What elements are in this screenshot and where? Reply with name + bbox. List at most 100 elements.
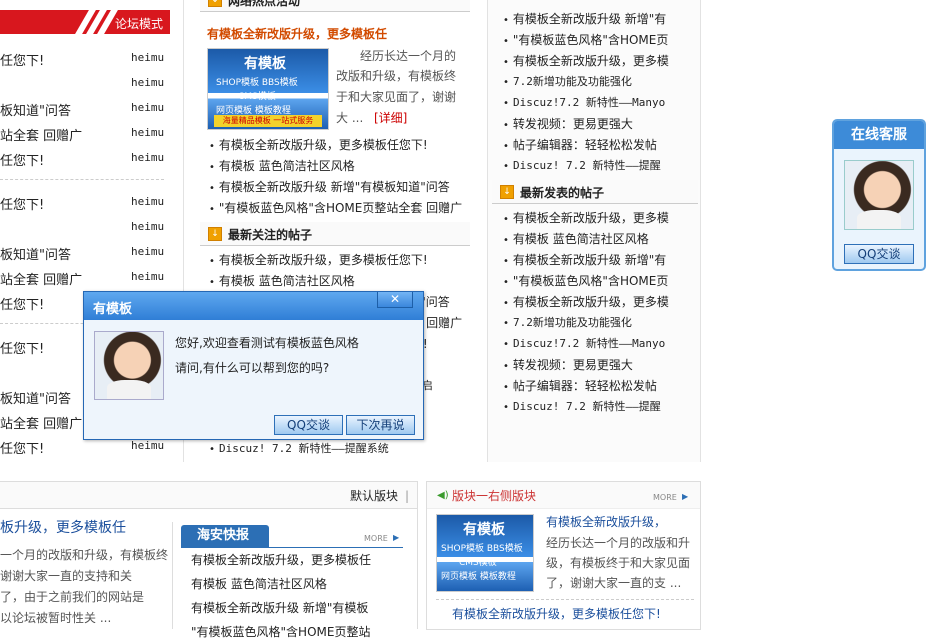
online-service-panel: 在线客服 QQ交谈 (832, 119, 926, 271)
popup-message: 请问,有什么可以帮到您的吗? (175, 361, 330, 375)
arrow-down-icon: ↓ (500, 185, 514, 199)
list-item-link[interactable]: 有模板全新改版升级，更多模板任您下! (209, 138, 428, 154)
news-item-link[interactable]: "有模板蓝色风格"含HOME页整站 (191, 625, 370, 639)
forum-mode-bar[interactable]: 论坛模式 (0, 10, 170, 34)
section-header-hot: ↓ 网络热点活动 (200, 0, 470, 12)
news-item-link[interactable]: 有模板全新改版升级 新增"有模板 (191, 601, 368, 615)
list-item-link[interactable]: Discuz! 7.2 新特性——提醒 (503, 159, 661, 174)
thread-title-link[interactable]: 站全套 回赠广 (0, 125, 82, 144)
list-item-link[interactable]: 有模板全新改版升级，更多模 (503, 211, 669, 227)
thumb-tag: 海量精品模板 一站式服务 (214, 115, 322, 127)
summary-line: 改版和升级，有模板终 (336, 69, 457, 83)
headline-link[interactable]: 有模板全新改版升级，更多模板任 (207, 27, 387, 41)
news-tab[interactable]: 海安快报 (181, 525, 269, 547)
author-link[interactable]: heimu (131, 270, 164, 283)
list-item-link[interactable]: 有模板全新改版升级，更多模板任您下! (209, 253, 428, 269)
news-item-link[interactable]: 有模板 蓝色简洁社区风格 (191, 577, 327, 591)
thread-title-link[interactable]: 板知道"问答 (0, 100, 71, 119)
thumb-text: CMS模板 (459, 558, 497, 568)
thumb-text: CMS模板 (238, 92, 276, 102)
author-link[interactable]: heimu (131, 126, 164, 139)
template-thumbnail[interactable]: 有模板 SHOP模板 BBS模板 CMS模板 网页模板 模板教程 海量精品模板 … (207, 48, 329, 130)
author-link[interactable]: heimu (131, 220, 164, 233)
summary-line: 于和大家见面了，谢谢 (336, 90, 457, 104)
default-board-tab[interactable]: 默认版块 (350, 489, 398, 503)
detail-link[interactable]: [详细] (374, 111, 407, 125)
list-item-link[interactable]: "有模板蓝色风格"含HOME页 (503, 274, 668, 290)
thumb-text: SHOP模板 BBS模板 (441, 544, 523, 554)
qq-chat-button[interactable]: QQ交谈 (274, 415, 343, 435)
section-header-latest: ↓ 最新发表的帖子 (492, 180, 698, 204)
list-item-link[interactable]: 转发视频：更易更强大 (503, 358, 633, 374)
later-button[interactable]: 下次再说 (346, 415, 415, 435)
thread-title-link[interactable]: 板知道"问答 (0, 388, 71, 407)
list-item-link[interactable]: 有模板全新改版升级，更多模 (503, 295, 669, 311)
author-link[interactable]: heimu (131, 195, 164, 208)
chat-popup: 有模板 ✕ 您好,欢迎查看测试有模板蓝色风格 请问,有什么可以帮到您的吗? QQ… (83, 291, 424, 440)
logo-text: 有模板 (463, 522, 505, 538)
list-item-link[interactable]: 帖子编辑器：轻轻松松发帖 (503, 379, 657, 395)
list-item-link[interactable]: 有模板全新改版升级，更多模 (503, 54, 669, 70)
thread-title-link[interactable]: 板知道"问答 (0, 244, 71, 263)
thread-title-link[interactable]: 站全套 回赠广 (0, 413, 82, 432)
service-avatar (844, 160, 914, 230)
more-link[interactable]: MORE (364, 532, 388, 546)
summary-line: 经历长达一个月的改版和升 (546, 536, 691, 550)
template-thumbnail[interactable]: 有模板 SHOP模板 BBS模板 CMS模板 网页模板 模板教程 (436, 514, 534, 592)
list-item-link[interactable]: 有模板全新改版升级 新增"有 (503, 253, 666, 269)
thread-title-link[interactable]: 任您下! (0, 194, 44, 213)
list-item-link[interactable]: "有模板蓝色风格"含HOME页整站全套 回赠广 (209, 201, 462, 217)
headline-link[interactable]: 板升级，更多模板任 (0, 521, 126, 535)
list-item-link[interactable]: 有模板全新改版升级，更多模板任您下! (452, 607, 661, 621)
close-icon[interactable]: ✕ (377, 292, 413, 308)
thread-title-link[interactable]: 任您下! (0, 338, 44, 357)
list-item-link[interactable]: 7.2新增功能及功能强化 (503, 75, 632, 90)
author-link[interactable]: heimu (131, 245, 164, 258)
list-item-link[interactable]: Discuz! 7.2 新特性——提醒 (503, 400, 661, 415)
thread-title-link[interactable]: 任您下! (0, 50, 44, 69)
summary-line: 级，有模板终于和大家见面 (546, 556, 691, 570)
thread-title-link[interactable]: 任您下! (0, 438, 44, 457)
list-item-link[interactable]: 有模板 蓝色简洁社区风格 (209, 159, 355, 175)
thumb-text: 网页模板 模板教程 (441, 572, 516, 582)
list-item-link[interactable]: 有模板全新改版升级 新增"有 (503, 12, 666, 28)
section-title: 最新关注的帖子 (228, 228, 313, 242)
list-item-link[interactable]: Discuz! 7.2 新特性——提醒系统 (209, 442, 389, 457)
qq-chat-button[interactable]: QQ交谈 (844, 244, 914, 264)
right-board-panel: ◀) 版块一右侧版块 MORE ▶ 有模板 SHOP模板 BBS模板 CMS模板… (426, 481, 701, 630)
logo-text: 有模板 (244, 56, 286, 72)
thread-title-link[interactable]: 站全套 回赠广 (0, 269, 82, 288)
list-item-link[interactable]: Discuz!7.2 新特性——Manyo (503, 96, 665, 111)
list-item-link[interactable]: 帖子编辑器：轻轻松松发帖 (503, 138, 657, 154)
list-item-link[interactable]: "有模板蓝色风格"含HOME页 (503, 33, 668, 49)
arrow-down-icon: ↓ (208, 0, 222, 7)
author-link[interactable]: heimu (131, 76, 164, 89)
author-link[interactable]: heimu (131, 101, 164, 114)
list-item-link[interactable]: 有模板全新改版升级 新增"有模板知道"问答 (209, 180, 450, 196)
author-link[interactable]: heimu (131, 439, 164, 452)
news-item-link[interactable]: 有模板全新改版升级，更多模板任 (191, 553, 371, 567)
author-link[interactable]: heimu (131, 51, 164, 64)
author-link[interactable]: heimu (131, 151, 164, 164)
summary-line: 谢谢大家一直的支持和关 (0, 569, 133, 583)
summary-line: 了，谢谢大家一直的支 ... (546, 576, 682, 590)
thread-title-link[interactable]: 任您下! (0, 150, 44, 169)
list-item-link[interactable]: 有模板 蓝色简洁社区风格 (209, 274, 355, 290)
tab-separator: | (405, 489, 410, 503)
more-link[interactable]: MORE (653, 491, 677, 505)
forum-mode-label: 论坛模式 (114, 17, 163, 31)
list-item-link[interactable]: 7.2新增功能及功能强化 (503, 316, 632, 331)
popup-title: 有模板 (93, 302, 133, 317)
service-avatar (94, 331, 164, 400)
online-service-title: 在线客服 (834, 121, 924, 149)
headline-link[interactable]: 有模板全新改版升级， (546, 515, 666, 529)
list-item-link[interactable]: Discuz!7.2 新特性——Manyo (503, 337, 665, 352)
popup-titlebar[interactable]: 有模板 (84, 292, 423, 320)
list-item-link[interactable]: 转发视频：更易更强大 (503, 117, 633, 133)
news-title: 海安快报 (197, 528, 250, 543)
more-arrow-icon: ▶ (682, 492, 689, 501)
list-item-link[interactable]: 有模板 蓝色简洁社区风格 (503, 232, 649, 248)
thread-title-link[interactable]: 任您下! (0, 294, 44, 313)
section-title: 网络热点活动 (228, 0, 301, 8)
section-title: 最新发表的帖子 (520, 186, 605, 200)
